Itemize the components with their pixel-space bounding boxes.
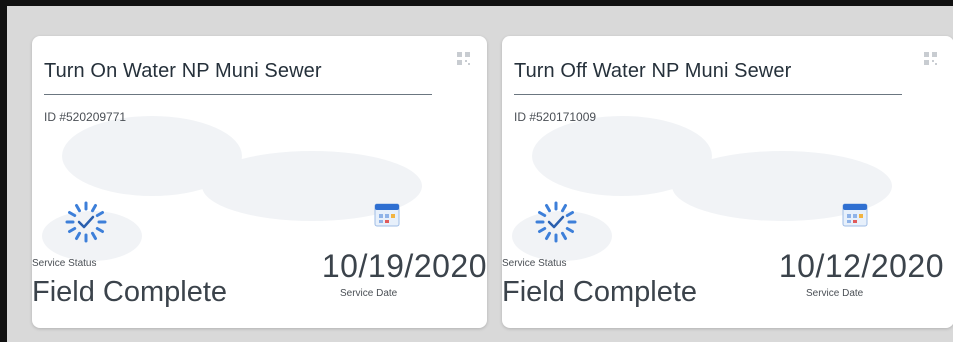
calendar-icon	[842, 203, 868, 227]
service-date-label: Service Date	[806, 288, 864, 299]
service-status-value: Field Complete	[32, 276, 228, 308]
title-divider	[44, 94, 432, 95]
service-title: Turn On Water NP Muni Sewer	[44, 60, 322, 82]
qr-code-icon[interactable]	[924, 52, 938, 66]
service-date-value: 10/12/2020	[778, 248, 944, 284]
service-id: ID #520171009	[514, 110, 597, 124]
calendar-icon	[374, 203, 400, 227]
service-status-icon	[535, 201, 577, 243]
service-status-label: Service Status	[32, 258, 97, 269]
qr-code-icon[interactable]	[457, 52, 471, 66]
service-date-label: Service Date	[340, 288, 398, 299]
title-divider	[514, 94, 902, 95]
service-id: ID #520209771	[44, 110, 127, 124]
service-card[interactable]: Turn On Water NP Muni Sewer ID #52020977…	[32, 36, 487, 328]
service-date-value: 10/19/2020	[321, 248, 487, 284]
service-status-icon	[65, 201, 107, 243]
service-card[interactable]: Turn Off Water NP Muni Sewer ID #5201710…	[502, 36, 953, 328]
service-title: Turn Off Water NP Muni Sewer	[514, 60, 792, 82]
service-status-label: Service Status	[502, 258, 567, 269]
work-orders-panel: Turn On Water NP Muni Sewer ID #52020977…	[0, 0, 953, 342]
service-status-value: Field Complete	[502, 276, 698, 308]
